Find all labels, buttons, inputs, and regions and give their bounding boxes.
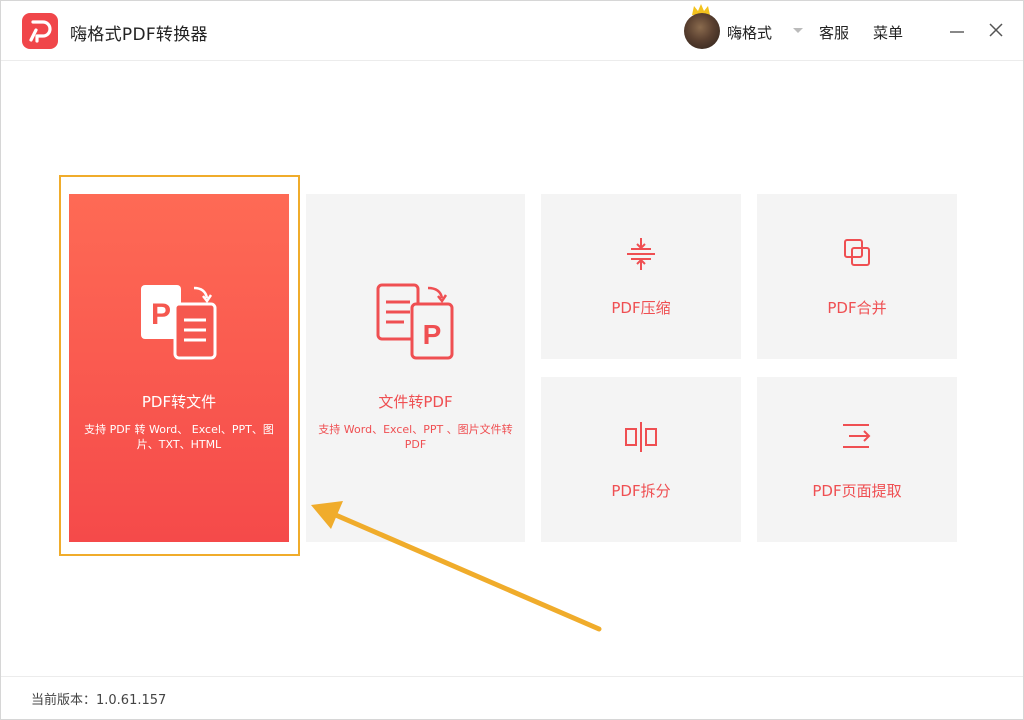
card-title: PDF压缩 — [611, 299, 671, 317]
file-to-pdf-icon: P — [376, 283, 454, 360]
card-title: PDF页面提取 — [812, 482, 902, 500]
chevron-down-icon[interactable] — [791, 25, 805, 35]
extract-icon — [843, 424, 871, 448]
card-title: 文件转PDF — [378, 393, 453, 411]
minimize-icon[interactable] — [948, 22, 966, 40]
service-button[interactable]: 客服 — [819, 22, 849, 43]
file-to-pdf-card[interactable]: P 文件转PDF 支持 Word、Excel、PPT 、图片文件转 PDF — [306, 194, 525, 542]
status-bar: 当前版本：1.0.61.157 — [1, 676, 1023, 719]
card-title: PDF合并 — [827, 299, 887, 317]
menu-button[interactable]: 菜单 — [873, 22, 903, 43]
pdf-merge-card[interactable]: PDF合并 — [757, 194, 957, 359]
svg-text:P: P — [151, 298, 171, 331]
merge-icon — [844, 239, 870, 266]
pdf-page-extract-card[interactable]: PDF页面提取 — [757, 377, 957, 542]
app-window: 嗨格式PDF转换器 嗨格式 客服 菜单 P PDF转文件 支持 PDF 转 Wo… — [0, 0, 1024, 720]
compress-icon — [627, 238, 655, 270]
close-icon[interactable] — [986, 20, 1006, 40]
username[interactable]: 嗨格式 — [727, 22, 772, 43]
split-icon — [625, 422, 657, 452]
app-title: 嗨格式PDF转换器 — [70, 25, 208, 45]
pdf-to-file-card[interactable]: P PDF转文件 支持 PDF 转 Word、 Excel、PPT、图片、TXT… — [69, 194, 289, 542]
annotation-arrow-icon — [311, 501, 602, 632]
title-bar: 嗨格式PDF转换器 嗨格式 客服 菜单 — [1, 1, 1023, 61]
card-description: 支持 Word、Excel、PPT 、图片文件转 PDF — [318, 423, 513, 451]
avatar[interactable] — [684, 13, 720, 49]
app-logo-icon — [22, 13, 58, 49]
pdf-to-file-icon: P — [141, 285, 217, 360]
version-label: 当前版本：1.0.61.157 — [31, 693, 167, 708]
card-description: 支持 PDF 转 Word、 Excel、PPT、图片、TXT、HTML — [84, 423, 274, 451]
svg-text:P: P — [423, 319, 442, 350]
pdf-compress-card[interactable]: PDF压缩 — [541, 194, 741, 359]
card-title: PDF转文件 — [141, 393, 217, 411]
